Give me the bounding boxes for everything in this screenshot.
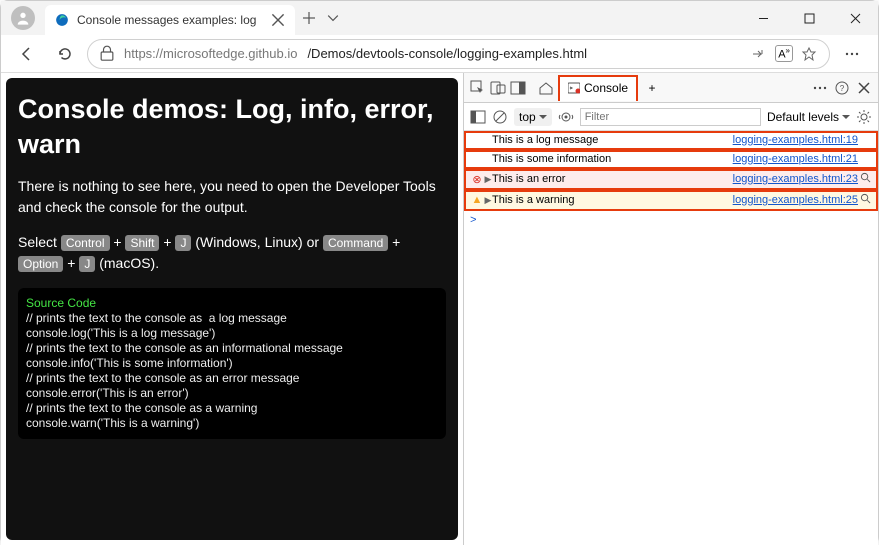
console-tab-icon — [568, 82, 580, 94]
chevron-down-icon — [539, 113, 547, 121]
page-heading: Console demos: Log, info, error, warn — [18, 92, 446, 162]
tab-close-icon[interactable] — [271, 13, 285, 27]
site-info-icon[interactable] — [100, 45, 114, 61]
home-icon[interactable] — [538, 80, 554, 96]
url-path: /Demos/devtools-console/logging-examples… — [307, 46, 587, 61]
console-row: This is a log messagelogging-examples.ht… — [464, 131, 878, 150]
dock-icon[interactable] — [510, 80, 526, 96]
live-expression-icon[interactable] — [558, 109, 574, 125]
console-row: ▲▶This is a warninglogging-examples.html… — [464, 190, 878, 211]
log-levels-label: Default levels — [767, 110, 839, 124]
source-link[interactable]: logging-examples.html:25 — [733, 194, 858, 206]
inspect-icon[interactable] — [470, 80, 486, 96]
source-link[interactable]: logging-examples.html:23 — [733, 173, 858, 185]
new-tab-button[interactable] — [295, 1, 323, 35]
menu-button[interactable] — [836, 38, 868, 70]
shortcut-text: Select Control + Shift + J (Windows, Lin… — [18, 232, 446, 274]
tab-console-label: Console — [584, 81, 628, 95]
kbd-control: Control — [61, 235, 110, 251]
kbd-command: Command — [323, 235, 388, 251]
kbd-j: J — [175, 235, 191, 251]
code-title: Source Code — [26, 296, 96, 310]
expand-icon[interactable]: ▶ — [484, 174, 492, 185]
expand-icon[interactable]: ▶ — [484, 195, 492, 206]
devtools-more-icon[interactable] — [812, 80, 828, 96]
titlebar: Console messages examples: log — [1, 1, 878, 35]
page-intro: There is nothing to see here, you need t… — [18, 176, 446, 218]
console-row: This is some informationlogging-examples… — [464, 150, 878, 169]
source-link[interactable]: logging-examples.html:19 — [733, 134, 858, 146]
maximize-button[interactable] — [786, 1, 832, 35]
avatar — [11, 6, 35, 30]
help-icon[interactable]: ? — [834, 80, 850, 96]
url-host: https://microsoftedge.github.io — [124, 46, 297, 61]
close-devtools-icon[interactable] — [856, 80, 872, 96]
console-settings-icon[interactable] — [856, 109, 872, 125]
log-levels-dropdown[interactable]: Default levels — [767, 110, 850, 124]
context-selector[interactable]: top — [514, 108, 552, 126]
error-icon: ⊗ — [470, 173, 484, 186]
magnifier-icon[interactable] — [858, 193, 872, 207]
warning-icon: ▲ — [470, 194, 484, 206]
console-message: This is a warning — [492, 194, 733, 206]
sidebar-toggle-icon[interactable] — [470, 109, 486, 125]
console-message: This is some information — [492, 153, 733, 165]
console-prompt[interactable]: > — [464, 211, 878, 231]
reader-icon[interactable]: A» — [775, 45, 793, 62]
kbd-shift: Shift — [125, 235, 159, 251]
window-buttons — [740, 1, 878, 35]
console-message: This is an error — [492, 173, 733, 185]
code-body: // prints the text to the console as a l… — [26, 311, 343, 430]
devtools-panel: Console + ? top Default levels — [463, 73, 878, 545]
browser-tab[interactable]: Console messages examples: log — [45, 5, 295, 35]
kbd-j2: J — [79, 256, 95, 272]
main-split: Console demos: Log, info, error, warn Th… — [1, 73, 878, 545]
tab-title: Console messages examples: log — [77, 13, 263, 27]
console-toolbar: top Default levels — [464, 103, 878, 131]
address-bar[interactable]: https://microsoftedge.github.io/Demos/de… — [87, 39, 830, 69]
console-row: ⊗▶This is an errorlogging-examples.html:… — [464, 169, 878, 190]
context-label: top — [519, 110, 536, 124]
favorite-icon[interactable] — [801, 46, 817, 62]
refresh-button[interactable] — [49, 38, 81, 70]
svg-text:?: ? — [840, 84, 845, 93]
source-link[interactable]: logging-examples.html:21 — [733, 153, 858, 165]
enter-icon[interactable] — [751, 46, 767, 62]
clear-console-icon[interactable] — [492, 109, 508, 125]
page-viewport: Console demos: Log, info, error, warn Th… — [1, 73, 463, 545]
console-message: This is a log message — [492, 134, 733, 146]
close-window-button[interactable] — [832, 1, 878, 35]
edge-favicon-icon — [55, 13, 69, 27]
magnifier-icon[interactable] — [858, 172, 872, 186]
console-filter-input[interactable] — [580, 108, 761, 126]
tab-console[interactable]: Console — [558, 75, 638, 101]
chevron-down-icon — [842, 113, 850, 121]
urlbar: https://microsoftedge.github.io/Demos/de… — [1, 35, 878, 73]
devtools-tabbar: Console + ? — [464, 73, 878, 103]
console-output: This is a log messagelogging-examples.ht… — [464, 131, 878, 545]
back-button[interactable] — [11, 38, 43, 70]
new-devtools-tab[interactable]: + — [642, 81, 662, 95]
tab-dropdown-button[interactable] — [323, 1, 343, 35]
kbd-option: Option — [18, 256, 63, 272]
device-icon[interactable] — [490, 80, 506, 96]
code-block: Source Code // prints the text to the co… — [18, 288, 446, 439]
profile-button[interactable] — [1, 1, 45, 35]
minimize-button[interactable] — [740, 1, 786, 35]
